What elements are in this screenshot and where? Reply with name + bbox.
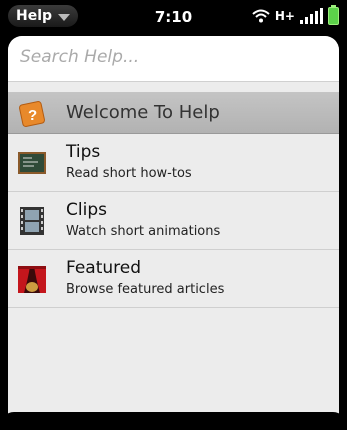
list-item-tips[interactable]: Tips Read short how-tos (8, 134, 339, 192)
search-input[interactable] (18, 46, 322, 68)
film-strip-icon (20, 207, 44, 235)
status-bar: Help 7:10 H+ (0, 0, 347, 34)
list-item-title: Featured (66, 258, 142, 278)
search-bar (8, 36, 339, 82)
network-type: H+ (274, 9, 295, 23)
chalkboard-icon (18, 152, 46, 174)
gesture-area (0, 412, 347, 430)
battery-icon (328, 5, 339, 25)
list-item-subtitle: Read short how-tos (66, 166, 192, 181)
help-book-icon: ? (19, 101, 45, 127)
help-card: ? Welcome To Help Tips Read short how-to… (8, 36, 339, 430)
signal-icon (300, 8, 323, 24)
list-item-subtitle: Watch short animations (66, 224, 221, 239)
list-item-title: Tips (66, 142, 101, 162)
stage-curtain-icon (18, 266, 46, 293)
list-item-welcome[interactable]: ? Welcome To Help (8, 92, 339, 134)
list-item-featured[interactable]: Featured Browse featured articles (8, 250, 339, 308)
help-list: ? Welcome To Help Tips Read short how-to… (8, 92, 339, 308)
status-icons[interactable]: H+ (252, 5, 339, 25)
list-item-clips[interactable]: Clips Watch short animations (8, 192, 339, 250)
wifi-icon (252, 9, 270, 23)
list-item-title: Clips (66, 200, 107, 220)
svg-text:?: ? (28, 107, 37, 124)
screen: Help 7:10 H+ ? (0, 0, 347, 430)
list-item-title: Welcome To Help (66, 102, 220, 123)
list-item-subtitle: Browse featured articles (66, 282, 225, 297)
